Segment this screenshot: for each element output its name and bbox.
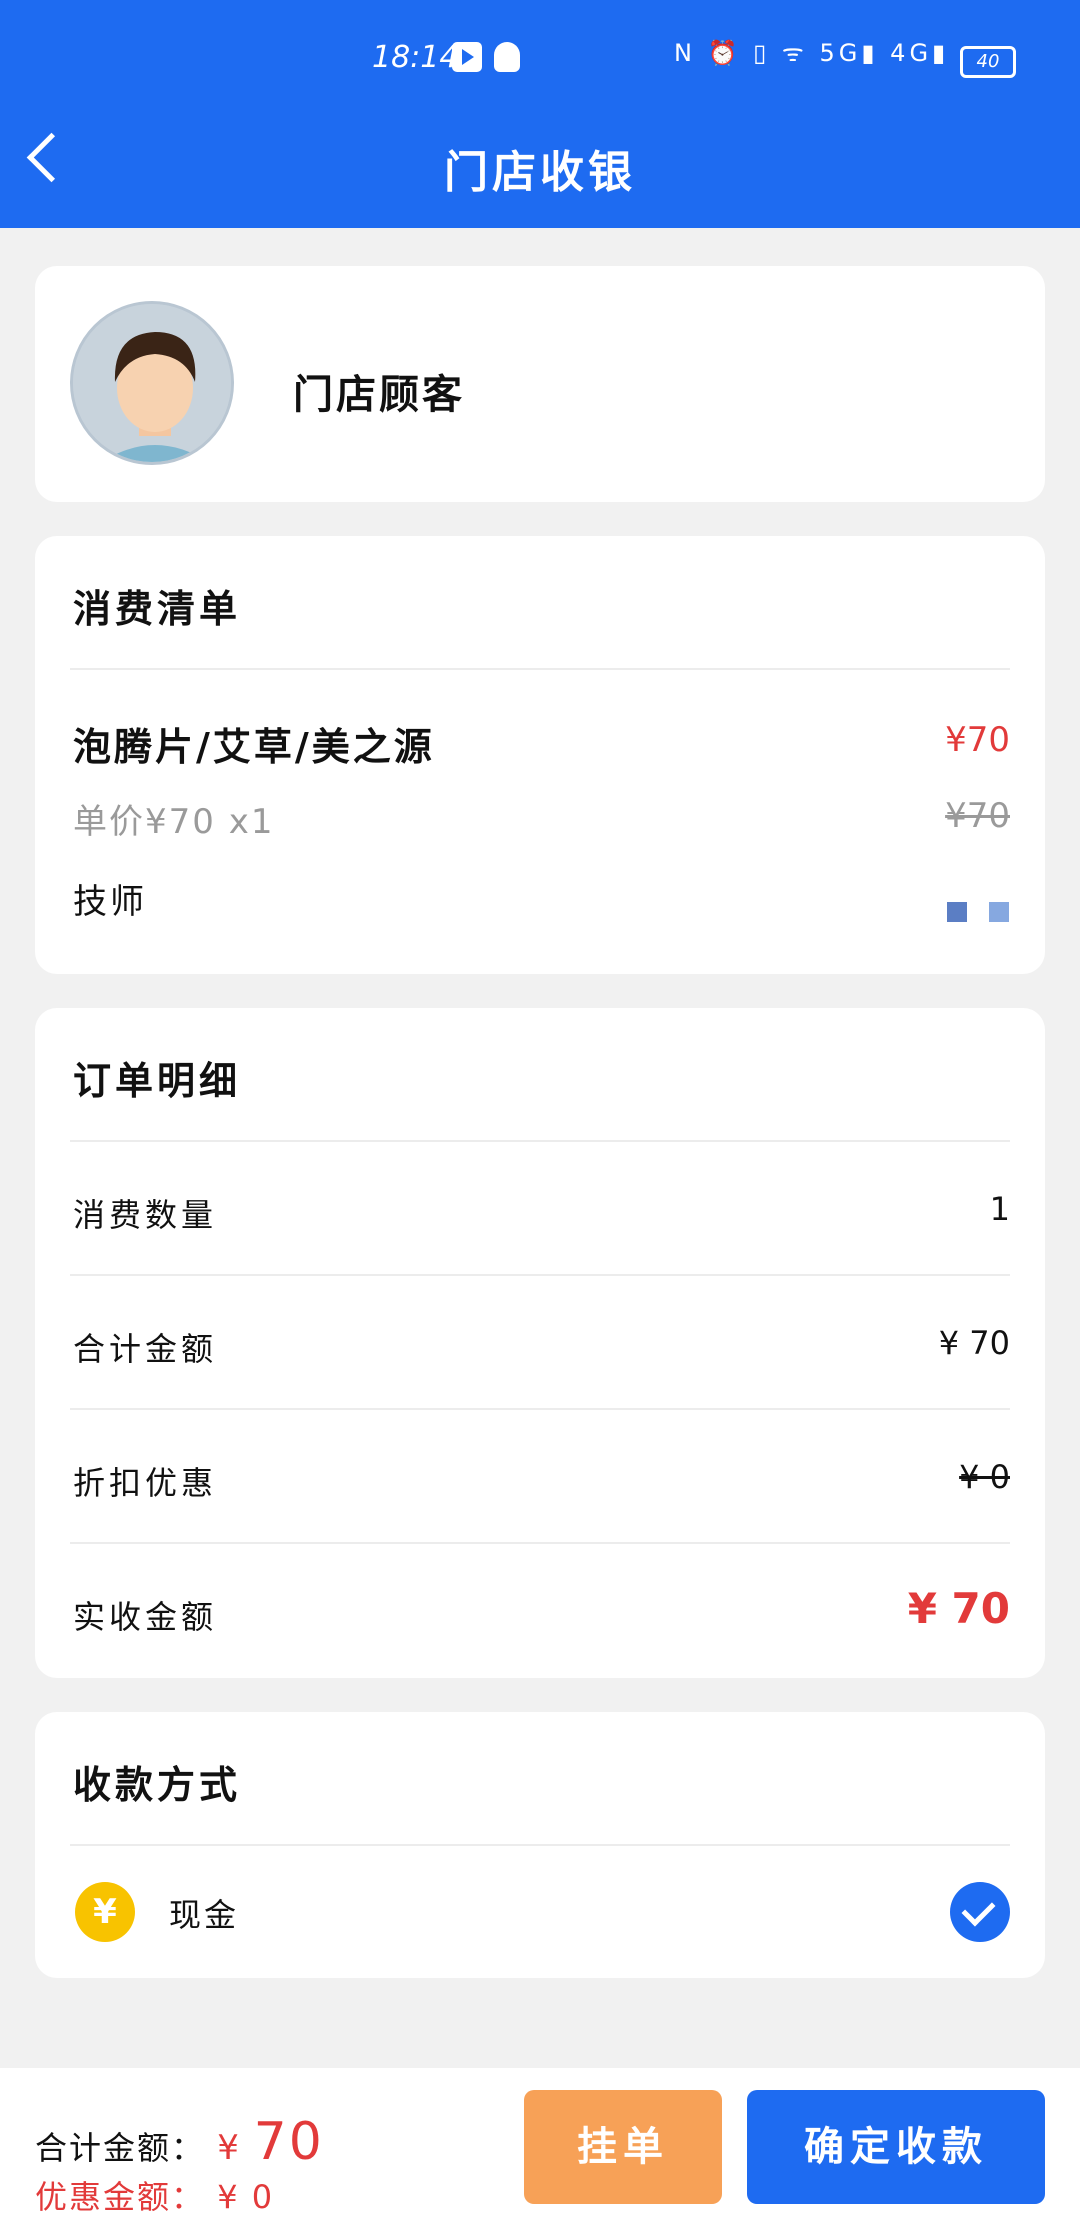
technician-tag-icon — [989, 902, 1009, 922]
payment-title: 收款方式 — [73, 1763, 242, 1807]
status-bar: 18:14 N ⏰ ▯ ᯤ 5G▮ 4G▮ 40 — [0, 28, 1080, 100]
status-icons: N ⏰ ▯ ᯤ 5G▮ 4G▮ — [674, 39, 950, 67]
technician-tag-icon — [947, 902, 967, 922]
row-value-quantity: 1 — [989, 1190, 1010, 1228]
row-value-received: ¥ 70 — [907, 1584, 1010, 1633]
divider — [70, 668, 1010, 670]
item-unit-price: 单价¥70 x1 — [73, 802, 275, 842]
divider — [70, 1844, 1010, 1846]
footer-total-label: 合计金额： — [35, 2129, 206, 2167]
divider — [70, 1408, 1010, 1410]
app-notification-icon — [452, 42, 482, 72]
item-name: 泡腾片/艾草/美之源 — [73, 725, 435, 769]
row-value-total: ¥ 70 — [938, 1324, 1010, 1362]
payment-card: 收款方式 ¥ 现金 — [35, 1712, 1045, 1978]
check-circle-icon[interactable] — [950, 1882, 1010, 1942]
customer-name: 门店顾客 — [293, 372, 465, 418]
row-label-quantity: 消费数量 — [73, 1196, 218, 1234]
row-label-discount: 折扣优惠 — [73, 1464, 218, 1502]
divider — [70, 1274, 1010, 1276]
footer-discount-value: ¥ 0 — [217, 2178, 275, 2216]
divider — [70, 1542, 1010, 1544]
consumption-title: 消费清单 — [73, 587, 242, 631]
footer-discount-label: 优惠金额： — [35, 2178, 206, 2216]
qq-icon — [494, 42, 520, 72]
footer-total: 合计金额： ¥ 70 — [35, 2112, 324, 2172]
order-detail-card: 订单明细 消费数量 1 合计金额 ¥ 70 折扣优惠 ¥ 0 实收金额 ¥ 70 — [35, 1008, 1045, 1678]
app-header: 18:14 N ⏰ ▯ ᯤ 5G▮ 4G▮ 40 门店收银 — [0, 0, 1080, 228]
item-price: ¥70 — [945, 720, 1010, 760]
item-original-price: ¥70 — [945, 796, 1010, 836]
footer-discount: 优惠金额： ¥ 0 — [35, 2172, 274, 2218]
footer-total-value: 70 — [253, 2112, 324, 2172]
avatar — [70, 301, 234, 465]
customer-card[interactable]: 门店顾客 — [35, 266, 1045, 502]
row-label-total: 合计金额 — [73, 1330, 218, 1368]
divider — [70, 1140, 1010, 1142]
footer-total-currency: ¥ — [217, 2128, 241, 2168]
payment-method-label[interactable]: 现金 — [169, 1890, 239, 1936]
status-time: 18:14 — [372, 40, 459, 75]
technician-label[interactable]: 技师 — [73, 874, 147, 923]
bottom-bar: 合计金额： ¥ 70 优惠金额： ¥ 0 挂单 确定收款 — [0, 2068, 1080, 2228]
confirm-payment-button[interactable]: 确定收款 — [747, 2090, 1045, 2204]
row-value-discount: ¥ 0 — [959, 1458, 1010, 1496]
consumption-card: 消费清单 泡腾片/艾草/美之源 ¥70 单价¥70 x1 ¥70 技师 — [35, 536, 1045, 974]
hold-order-button[interactable]: 挂单 — [524, 2090, 722, 2204]
row-label-received: 实收金额 — [73, 1598, 218, 1636]
battery-icon: 40 — [960, 46, 1016, 78]
page-title: 门店收银 — [444, 147, 636, 198]
cash-icon: ¥ — [75, 1882, 135, 1942]
order-title: 订单明细 — [73, 1059, 242, 1103]
